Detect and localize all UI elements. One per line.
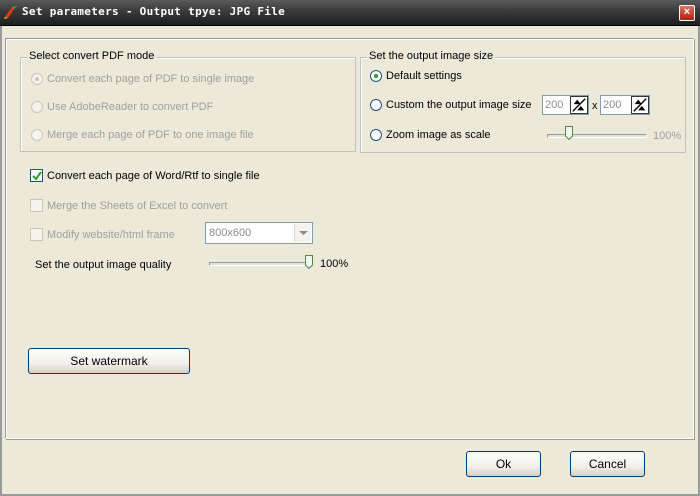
website-option[interactable]: Modify website/html frame bbox=[30, 228, 175, 241]
radio-unselected[interactable] bbox=[31, 101, 43, 113]
word-option[interactable]: Convert each page of Word/Rtf to single … bbox=[30, 169, 260, 182]
quality-slider-thumb[interactable] bbox=[305, 255, 313, 269]
zoom-slider-thumb[interactable] bbox=[565, 126, 574, 140]
image-size-group: Set the output image size Default settin… bbox=[360, 50, 686, 153]
checkmark-icon bbox=[32, 171, 42, 181]
zoom-slider-track[interactable] bbox=[547, 134, 647, 138]
pdf-mode-group: Select convert PDF mode Convert each pag… bbox=[20, 50, 356, 152]
chevron-down-icon[interactable] bbox=[294, 224, 311, 242]
quality-slider-track[interactable] bbox=[209, 262, 313, 266]
radio-selected[interactable] bbox=[370, 70, 382, 82]
quality-label: Set the output image quality bbox=[35, 259, 172, 271]
radio-unselected[interactable] bbox=[370, 99, 382, 111]
pdf-mode-legend: Select convert PDF mode bbox=[27, 50, 157, 62]
frame-size-value: 800x600 bbox=[209, 227, 252, 239]
size-option-label: Default settings bbox=[386, 70, 462, 82]
frame-size-select[interactable]: 800x600 bbox=[205, 222, 313, 244]
word-option-label: Convert each page of Word/Rtf to single … bbox=[47, 169, 260, 182]
excel-option-label: Merge the Sheets of Excel to convert bbox=[47, 199, 228, 212]
quality-value: 100% bbox=[320, 258, 349, 270]
pdf-option-label: Use AdobeReader to convert PDF bbox=[47, 101, 214, 113]
pdf-option-label: Convert each page of PDF to single image bbox=[47, 73, 255, 85]
radio-unselected[interactable] bbox=[370, 129, 382, 141]
size-option-default[interactable]: Default settings bbox=[370, 70, 462, 82]
title-bar: Set parameters - Output tpye: JPG File × bbox=[0, 0, 700, 26]
excel-checkbox[interactable] bbox=[30, 199, 43, 212]
radio-unselected[interactable] bbox=[31, 129, 43, 141]
set-watermark-button[interactable]: Set watermark bbox=[28, 348, 190, 374]
size-option-zoom[interactable]: Zoom image as scale bbox=[370, 129, 491, 141]
times-label: x bbox=[592, 100, 598, 112]
app-icon bbox=[4, 6, 17, 19]
width-value: 200 bbox=[545, 99, 564, 111]
pdf-option-single-image[interactable]: Convert each page of PDF to single image bbox=[31, 73, 254, 85]
pdf-option-adobereader[interactable]: Use AdobeReader to convert PDF bbox=[31, 101, 213, 113]
cancel-button[interactable]: Cancel bbox=[570, 451, 645, 477]
height-spinner-icon[interactable] bbox=[631, 96, 649, 114]
size-option-custom[interactable]: Custom the output image size bbox=[370, 99, 532, 111]
website-option-label: Modify website/html frame bbox=[47, 228, 175, 241]
radio-selected[interactable] bbox=[31, 73, 43, 85]
close-button[interactable]: × bbox=[679, 5, 695, 21]
website-checkbox[interactable] bbox=[30, 228, 43, 241]
height-value: 200 bbox=[603, 99, 622, 111]
size-option-label: Custom the output image size bbox=[386, 99, 532, 111]
close-icon: × bbox=[683, 6, 691, 18]
zoom-value: 100% bbox=[653, 130, 682, 142]
pdf-option-merge[interactable]: Merge each page of PDF to one image file bbox=[31, 129, 254, 141]
pdf-option-label: Merge each page of PDF to one image file bbox=[47, 129, 254, 141]
settings-panel: Select convert PDF mode Convert each pag… bbox=[5, 38, 694, 439]
window-title: Set parameters - Output tpye: JPG File bbox=[22, 5, 286, 18]
excel-option[interactable]: Merge the Sheets of Excel to convert bbox=[30, 199, 227, 212]
word-checkbox[interactable] bbox=[30, 169, 43, 182]
image-size-legend: Set the output image size bbox=[367, 50, 496, 62]
width-spinner-icon[interactable] bbox=[570, 96, 588, 114]
ok-button[interactable]: Ok bbox=[466, 451, 541, 477]
size-option-label: Zoom image as scale bbox=[386, 129, 491, 141]
